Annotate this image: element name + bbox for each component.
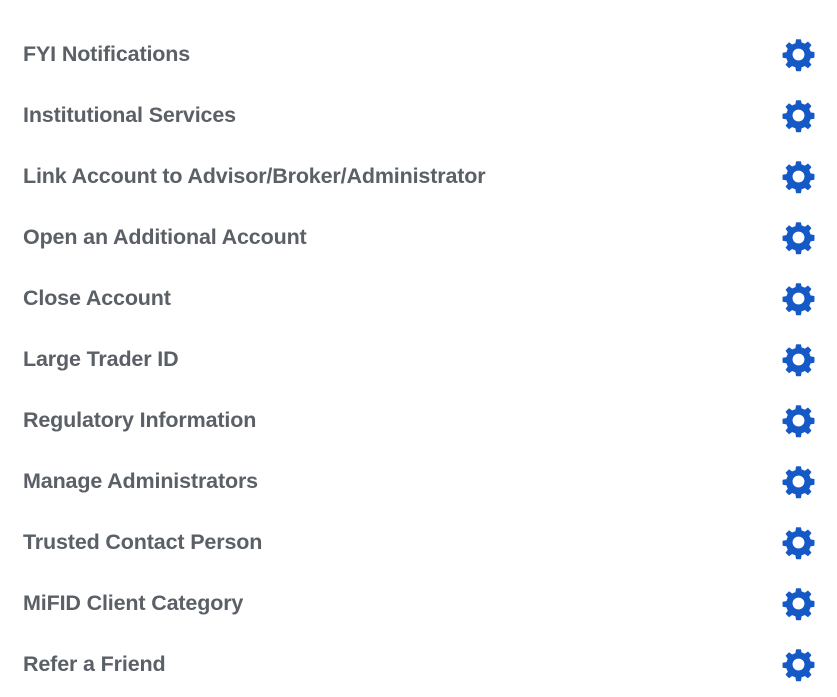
gear-icon-button-institutional-services[interactable] [780, 97, 817, 134]
gear-icon-button-link-account-to-advisor-broker-administrator[interactable] [780, 158, 817, 195]
settings-row-label: FYI Notifications [23, 41, 191, 66]
gear-icon-button-refer-a-friend[interactable] [780, 646, 817, 683]
gear-icon-button-trusted-contact-person[interactable] [780, 524, 817, 561]
settings-row-label: Manage Administrators [23, 468, 258, 493]
settings-row-label: Open an Additional Account [23, 224, 307, 249]
settings-row-close-account[interactable]: Close Account [0, 268, 837, 329]
gear-icon [782, 588, 815, 621]
settings-row-open-an-additional-account[interactable]: Open an Additional Account [0, 207, 837, 268]
gear-icon [782, 527, 815, 560]
gear-icon-button-close-account[interactable] [780, 280, 817, 317]
gear-icon-button-open-an-additional-account[interactable] [780, 219, 817, 256]
gear-icon [782, 649, 815, 682]
settings-row-label: Link Account to Advisor/Broker/Administr… [23, 163, 486, 188]
settings-row-label: Institutional Services [23, 102, 236, 127]
settings-list: FYI Notifications Institutional Services… [0, 0, 837, 695]
gear-icon [782, 100, 815, 133]
gear-icon [782, 344, 815, 377]
settings-row-mifid-client-category[interactable]: MiFID Client Category [0, 573, 837, 634]
gear-icon [782, 466, 815, 499]
settings-row-label: Regulatory Information [23, 407, 257, 432]
settings-row-trusted-contact-person[interactable]: Trusted Contact Person [0, 512, 837, 573]
settings-row-label: Trusted Contact Person [23, 529, 263, 554]
settings-row-label: Close Account [23, 285, 171, 310]
settings-row-label: Refer a Friend [23, 651, 166, 676]
settings-row-institutional-services[interactable]: Institutional Services [0, 85, 837, 146]
gear-icon-button-manage-administrators[interactable] [780, 463, 817, 500]
gear-icon [782, 161, 815, 194]
gear-icon [782, 39, 815, 72]
settings-row-refer-a-friend[interactable]: Refer a Friend [0, 634, 837, 695]
settings-row-label: Large Trader ID [23, 346, 179, 371]
gear-icon-button-mifid-client-category[interactable] [780, 585, 817, 622]
gear-icon [782, 222, 815, 255]
gear-icon-button-fyi-notifications[interactable] [780, 36, 817, 73]
settings-row-label: MiFID Client Category [23, 590, 244, 615]
settings-row-large-trader-id[interactable]: Large Trader ID [0, 329, 837, 390]
gear-icon [782, 405, 815, 438]
settings-row-link-account-to-advisor-broker-administrator[interactable]: Link Account to Advisor/Broker/Administr… [0, 146, 837, 207]
settings-row-fyi-notifications[interactable]: FYI Notifications [0, 24, 837, 85]
gear-icon [782, 283, 815, 316]
gear-icon-button-regulatory-information[interactable] [780, 402, 817, 439]
settings-row-manage-administrators[interactable]: Manage Administrators [0, 451, 837, 512]
settings-row-regulatory-information[interactable]: Regulatory Information [0, 390, 837, 451]
gear-icon-button-large-trader-id[interactable] [780, 341, 817, 378]
